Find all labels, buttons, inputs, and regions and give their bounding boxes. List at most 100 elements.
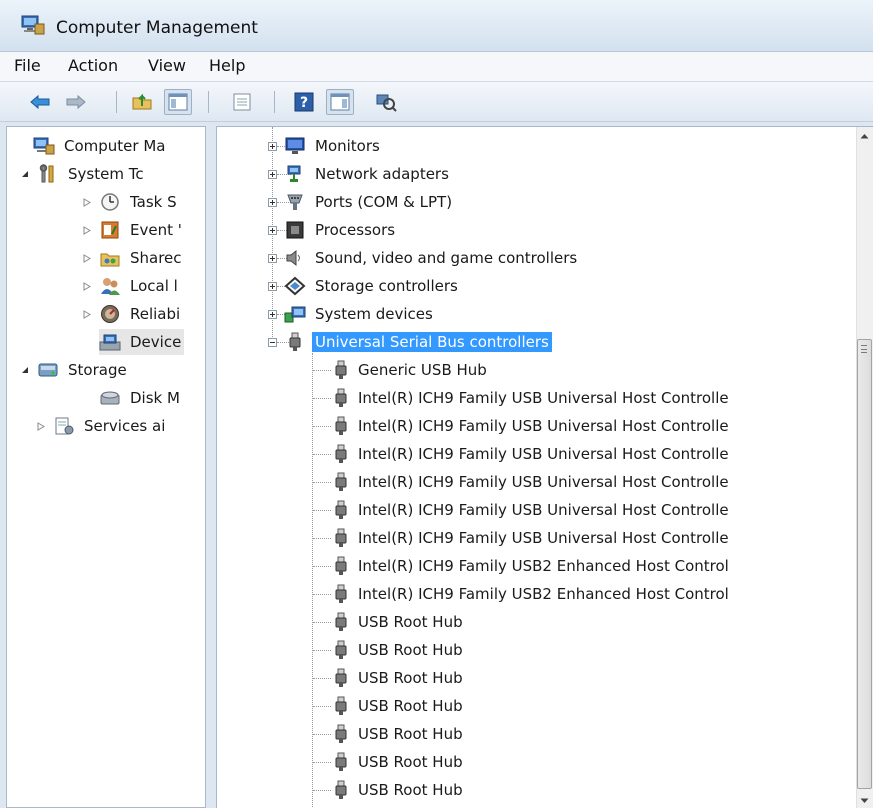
help-icon[interactable]: ?: [290, 89, 318, 115]
tree-guide-line: [313, 454, 331, 455]
scroll-down-arrow-icon[interactable]: [856, 792, 873, 808]
tree-item-task-scheduler[interactable]: Task S: [81, 189, 180, 215]
usb-device-item[interactable]: Intel(R) ICH9 Family USB Universal Host …: [333, 385, 732, 411]
tree-item-local-users[interactable]: Local l: [81, 273, 181, 299]
device-category-label: Processors: [315, 221, 396, 239]
usb-device-icon: [333, 528, 349, 548]
forward-arrow-icon[interactable]: [62, 89, 90, 115]
device-category-processors[interactable]: Processors: [266, 217, 398, 243]
tree-item-computer-management[interactable]: Computer Ma: [33, 133, 168, 159]
device-category-universal-serial-bus-controllers[interactable]: Universal Serial Bus controllers: [266, 329, 552, 355]
expand-triangle-icon[interactable]: [81, 280, 93, 292]
tree-guide-line: [312, 353, 313, 808]
expand-triangle-icon[interactable]: [81, 224, 93, 236]
usb-device-label: Intel(R) ICH9 Family USB Universal Host …: [358, 501, 729, 519]
usb-device-item[interactable]: USB Root Hub: [333, 777, 466, 803]
back-arrow-icon[interactable]: [26, 89, 54, 115]
device-tree-pane[interactable]: Monitors Network adapters Ports (COM & LPT…: [216, 126, 873, 808]
scan-hardware-icon[interactable]: [372, 89, 400, 115]
toolbar-separator: [274, 91, 275, 113]
tree-guide-line: [313, 566, 331, 567]
show-hide-console-tree-icon[interactable]: [164, 89, 192, 115]
services-icon: [53, 416, 75, 436]
device-category-network-adapters[interactable]: Network adapters: [266, 161, 452, 187]
menu-view[interactable]: View: [148, 56, 186, 75]
tree-guide-line: [313, 398, 331, 399]
properties-icon[interactable]: [228, 89, 256, 115]
device-category-label: Ports (COM & LPT): [315, 193, 453, 211]
menu-help[interactable]: Help: [209, 56, 245, 75]
expand-box-icon[interactable]: [266, 140, 278, 152]
usb-device-label: USB Root Hub: [358, 641, 463, 659]
expand-triangle-icon[interactable]: [81, 308, 93, 320]
computer-management-icon: [20, 14, 46, 36]
tree-guide-line: [313, 510, 331, 511]
expand-box-icon[interactable]: [266, 280, 278, 292]
usb-device-item[interactable]: USB Root Hub: [333, 637, 466, 663]
tree-item-device-manager[interactable]: Device: [99, 329, 185, 355]
usb-device-label: USB Root Hub: [358, 669, 463, 687]
usb-device-label: Generic USB Hub: [358, 361, 487, 379]
vertical-scrollbar[interactable]: [856, 127, 873, 808]
tree-item-shared-folders[interactable]: Sharec: [81, 245, 185, 271]
tree-guide-line: [313, 370, 331, 371]
title-bar[interactable]: Computer Management: [0, 0, 873, 52]
usb-device-item[interactable]: Intel(R) ICH9 Family USB2 Enhanced Host …: [333, 553, 732, 579]
usb-device-item[interactable]: Intel(R) ICH9 Family USB Universal Host …: [333, 413, 732, 439]
expand-box-icon[interactable]: [266, 224, 278, 236]
tree-item-reliability[interactable]: Reliabi: [81, 301, 183, 327]
expand-box-icon[interactable]: [266, 308, 278, 320]
usb-device-item[interactable]: Intel(R) ICH9 Family USB Universal Host …: [333, 469, 732, 495]
tree-item-storage[interactable]: Storage: [19, 357, 130, 383]
processor-icon: [284, 220, 306, 240]
menu-action[interactable]: Action: [68, 56, 118, 75]
console-tree-pane[interactable]: Computer Ma System Tc Task S Event ' Sha…: [6, 126, 206, 808]
computer-management-window: Computer Management File Action View Hel…: [0, 0, 873, 808]
usb-device-item[interactable]: USB Root Hub: [333, 693, 466, 719]
expand-triangle-icon[interactable]: [81, 196, 93, 208]
usb-device-item[interactable]: Intel(R) ICH9 Family USB Universal Host …: [333, 441, 732, 467]
usb-device-icon: [333, 668, 349, 688]
usb-device-item[interactable]: USB Root Hub: [333, 665, 466, 691]
usb-device-item[interactable]: USB Root Hub: [333, 749, 466, 775]
plus-icon: [267, 253, 277, 263]
device-category-label: Sound, video and game controllers: [315, 249, 578, 267]
up-folder-icon[interactable]: [128, 89, 156, 115]
expand-box-icon[interactable]: [266, 196, 278, 208]
usb-device-item[interactable]: USB Root Hub: [333, 609, 466, 635]
computer-management-icon: [33, 136, 55, 156]
usb-device-label: USB Root Hub: [358, 697, 463, 715]
usb-device-item[interactable]: Intel(R) ICH9 Family USB Universal Host …: [333, 497, 732, 523]
plus-icon: [267, 225, 277, 235]
device-category-storage-controllers[interactable]: Storage controllers: [266, 273, 461, 299]
storage-controller-icon: [284, 276, 306, 296]
toolbar-separator: [116, 91, 117, 113]
tree-item-disk-management[interactable]: Disk M: [99, 385, 183, 411]
usb-device-icon: [333, 752, 349, 772]
usb-device-item[interactable]: USB Root Hub: [333, 721, 466, 747]
usb-device-item[interactable]: Intel(R) ICH9 Family USB2 Enhanced Host …: [333, 581, 732, 607]
device-category-sound-video-and-game-controllers[interactable]: Sound, video and game controllers: [266, 245, 580, 271]
expand-triangle-icon[interactable]: [81, 252, 93, 264]
scrollbar-thumb[interactable]: [857, 339, 872, 789]
expand-box-icon[interactable]: [266, 168, 278, 180]
usb-device-item[interactable]: Intel(R) ICH9 Family USB Universal Host …: [333, 525, 732, 551]
usb-device-label: Intel(R) ICH9 Family USB2 Enhanced Host …: [358, 585, 729, 603]
expand-box-icon[interactable]: [266, 252, 278, 264]
expand-triangle-icon[interactable]: [35, 420, 47, 432]
device-category-system-devices[interactable]: System devices: [266, 301, 436, 327]
tree-item-system-tools[interactable]: System Tc: [19, 161, 147, 187]
device-category-monitors[interactable]: Monitors: [266, 133, 383, 159]
menu-bar: File Action View Help: [0, 52, 873, 82]
usb-device-label: Intel(R) ICH9 Family USB Universal Host …: [358, 417, 729, 435]
scroll-up-arrow-icon[interactable]: [856, 127, 873, 144]
collapse-box-icon[interactable]: [266, 336, 278, 348]
collapse-triangle-icon[interactable]: [19, 364, 31, 376]
device-category-ports-com-lpt[interactable]: Ports (COM & LPT): [266, 189, 455, 215]
show-hide-action-pane-icon[interactable]: [326, 89, 354, 115]
tree-item-services-and-applications[interactable]: Services ai: [35, 413, 168, 439]
tree-item-event-viewer[interactable]: Event ': [81, 217, 185, 243]
usb-device-item[interactable]: Generic USB Hub: [333, 357, 490, 383]
menu-file[interactable]: File: [14, 56, 41, 75]
collapse-triangle-icon[interactable]: [19, 168, 31, 180]
